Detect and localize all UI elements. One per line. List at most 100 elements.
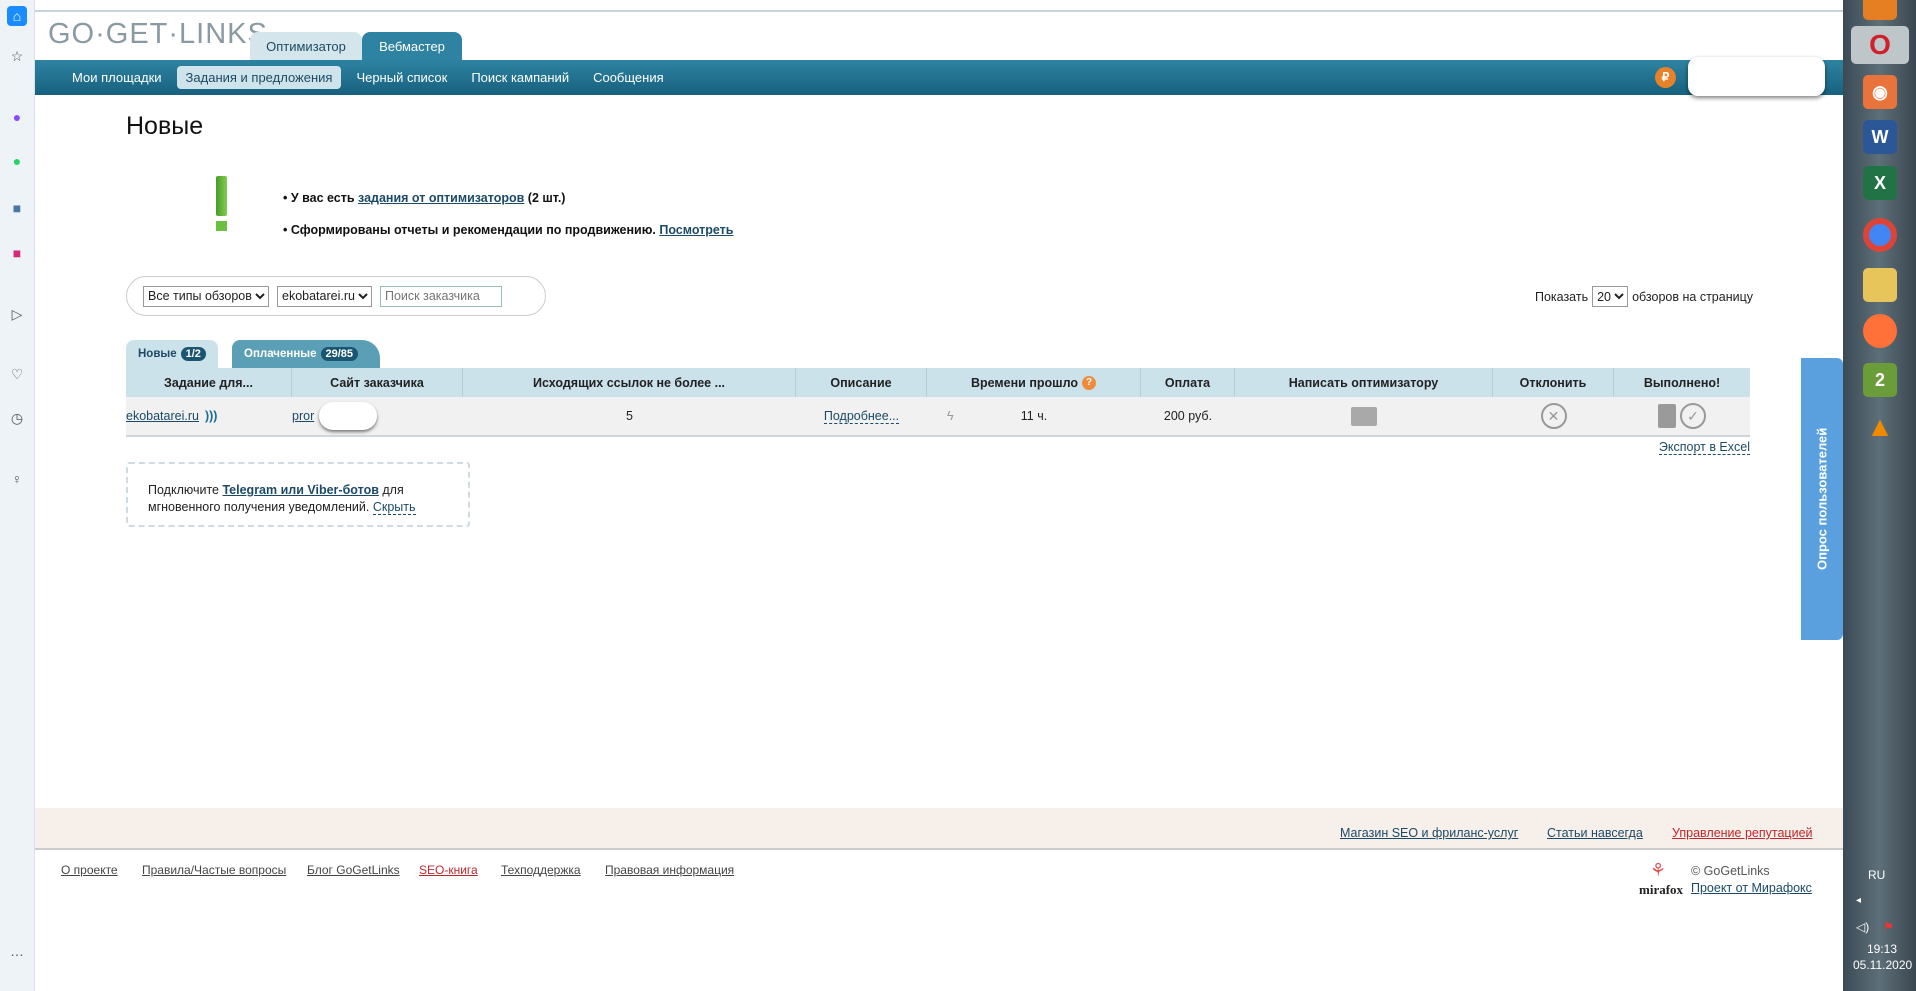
instagram-icon[interactable]: ■ bbox=[7, 243, 27, 263]
tasks-link[interactable]: задания от оптимизаторов bbox=[358, 191, 524, 205]
footer-articles[interactable]: Статьи навсегда bbox=[1547, 826, 1643, 840]
help-icon[interactable]: ? bbox=[1082, 375, 1096, 390]
footer-seo-book[interactable]: SEO-книга bbox=[419, 863, 478, 877]
hide-link[interactable]: Скрыть bbox=[372, 500, 416, 515]
done-check-icon[interactable]: ✓ bbox=[1680, 403, 1706, 429]
opera-icon[interactable]: O bbox=[1851, 26, 1909, 64]
col-decline: Отклонить bbox=[1493, 368, 1614, 397]
customer-link[interactable]: pror bbox=[292, 409, 314, 423]
vk-icon[interactable]: ■ bbox=[7, 198, 27, 218]
volume-icon[interactable]: ◁) bbox=[1856, 920, 1869, 934]
footer-rules[interactable]: Правила/Частые вопросы bbox=[142, 863, 286, 877]
chrome-icon[interactable] bbox=[1863, 218, 1897, 252]
taskbar-app-icon[interactable] bbox=[1863, 0, 1897, 20]
lightning-icon: ϟ bbox=[947, 409, 954, 423]
payment: 200 руб. bbox=[1141, 397, 1235, 437]
details-link[interactable]: Подробнее... bbox=[823, 409, 900, 424]
mirafox-logo: mirafox bbox=[1639, 882, 1684, 897]
col-done: Выполнено! bbox=[1614, 368, 1750, 397]
envelope-icon[interactable] bbox=[1351, 406, 1377, 426]
tab-optimizer[interactable]: Оптимизатор bbox=[250, 32, 362, 60]
action-center-flag-icon[interactable]: ⚑ bbox=[1883, 920, 1894, 934]
tab-paid[interactable]: Оплаченные 29/85 bbox=[232, 340, 381, 368]
faststone-icon[interactable]: ◉ bbox=[1863, 75, 1897, 109]
col-time-passed[interactable]: Времени прошло? bbox=[927, 368, 1141, 397]
site-select[interactable]: ekobatarei.ru bbox=[277, 285, 372, 307]
clock-date[interactable]: 05.11.2020 bbox=[1853, 958, 1912, 972]
survey-tab[interactable]: Опрос пользователей bbox=[1801, 358, 1843, 640]
nav-messages[interactable]: Сообщения bbox=[584, 66, 673, 89]
col-customer-site[interactable]: Сайт заказчика bbox=[292, 368, 463, 397]
firefox-icon[interactable] bbox=[1863, 314, 1897, 348]
review-type-select[interactable]: Все типы обзоров bbox=[143, 285, 269, 307]
tab-webmaster[interactable]: Вебмастер bbox=[362, 32, 462, 60]
filter-bar: Все типы обзоров ekobatarei.ru bbox=[126, 276, 546, 316]
vlc-icon[interactable]: ▲ bbox=[1863, 410, 1897, 444]
report-icon[interactable] bbox=[1658, 404, 1676, 428]
footer-support[interactable]: Техподдержка bbox=[501, 863, 581, 877]
footer-legal[interactable]: Правовая информация bbox=[605, 863, 734, 877]
send-icon[interactable]: ▷ bbox=[7, 304, 27, 324]
nav-blacklist[interactable]: Черный список bbox=[347, 66, 456, 89]
heart-icon[interactable]: ♡ bbox=[7, 364, 27, 384]
star-icon[interactable]: ☆ bbox=[7, 46, 27, 66]
nav-tasks[interactable]: Задания и предложения bbox=[176, 66, 342, 89]
time-passed: 11 ч. bbox=[1020, 409, 1048, 423]
word-icon[interactable]: W bbox=[1863, 120, 1897, 154]
messenger-icon[interactable]: ● bbox=[7, 107, 27, 127]
nav-search-campaigns[interactable]: Поиск кампаний bbox=[462, 66, 578, 89]
browser-sidebar: ⌂ ☆ ● ● ■ ■ ▷ ♡ ◷ ♀ … bbox=[0, 0, 35, 991]
mirafox-fox-icon: ⚘ bbox=[1650, 860, 1667, 880]
ruble-icon: ₽ bbox=[1655, 67, 1676, 88]
export-excel-link[interactable]: Экспорт в Excel bbox=[1658, 440, 1750, 455]
per-page-label: Показать bbox=[1534, 289, 1589, 304]
footer-reputation[interactable]: Управление репутацией bbox=[1672, 826, 1813, 840]
browser-toolbar-edge bbox=[35, 0, 1843, 12]
page-title: Новые bbox=[126, 112, 204, 140]
history-icon[interactable]: ◷ bbox=[7, 408, 27, 428]
notice-tasks: • У вас есть задания от оптимизаторов (2… bbox=[283, 191, 566, 205]
tab-new[interactable]: Новые 1/2 bbox=[126, 340, 218, 368]
customer-search-input[interactable] bbox=[380, 285, 502, 307]
col-payment[interactable]: Оплата bbox=[1141, 368, 1235, 397]
main-nav: Мои площадки Задания и предложения Черны… bbox=[35, 60, 1843, 95]
links-count: 5 bbox=[463, 397, 796, 437]
table-header: Задание для... Сайт заказчика Исходящих … bbox=[126, 368, 1750, 397]
footer-seo-shop[interactable]: Магазин SEO и фриланс-услуг bbox=[1340, 826, 1518, 840]
mirafox-project-link[interactable]: Проект от Мирафокс bbox=[1691, 881, 1812, 895]
app-2-icon[interactable]: 2 bbox=[1863, 363, 1897, 397]
customer-redacted bbox=[319, 402, 377, 430]
excel-icon[interactable]: X bbox=[1863, 166, 1897, 200]
decline-icon[interactable]: ✕ bbox=[1540, 403, 1567, 429]
telegram-notice: Подключите Telegram или Viber-ботов для … bbox=[126, 462, 470, 527]
logo-text: GO·GET·LINKS bbox=[48, 18, 268, 50]
tasks-table: Задание для... Сайт заказчика Исходящих … bbox=[126, 368, 1750, 437]
footer-about[interactable]: О проекте bbox=[61, 863, 118, 877]
explorer-icon[interactable] bbox=[1863, 268, 1897, 302]
nav-my-sites[interactable]: Мои площадки bbox=[63, 66, 171, 89]
exclamation-icon bbox=[216, 176, 227, 216]
bulb-icon[interactable]: ♀ bbox=[7, 469, 27, 489]
col-task-for[interactable]: Задание для... bbox=[126, 368, 292, 397]
whatsapp-icon[interactable]: ● bbox=[7, 151, 27, 171]
exclamation-dot-icon bbox=[216, 221, 227, 231]
table-row: ekobatarei.ru))) pror 5 Подробнее... ϟ 11… bbox=[126, 397, 1750, 437]
view-reports-link[interactable]: Посмотреть bbox=[659, 223, 733, 237]
clock-time[interactable]: 19:13 bbox=[1867, 942, 1897, 956]
tray-expand-icon[interactable]: ◂ bbox=[1856, 895, 1861, 906]
col-write-optimizer: Написать оптимизатору bbox=[1235, 368, 1493, 397]
per-page-suffix: обзоров на страницу bbox=[1632, 289, 1753, 304]
telegram-link[interactable]: Telegram или Viber-ботов bbox=[222, 483, 378, 497]
col-outgoing-links[interactable]: Исходящих ссылок не более ... bbox=[463, 368, 796, 397]
footer-blog[interactable]: Блог GoGetLinks bbox=[307, 863, 400, 877]
per-page-select[interactable]: 20 bbox=[1592, 286, 1629, 307]
per-page: Показать 20 обзоров на страницу bbox=[1535, 286, 1753, 307]
rss-icon[interactable]: ))) bbox=[205, 409, 218, 423]
balance-redacted bbox=[1688, 57, 1825, 96]
language-indicator[interactable]: RU bbox=[1868, 868, 1885, 882]
logo[interactable]: GO·GET·LINKS bbox=[48, 18, 268, 51]
home-icon[interactable]: ⌂ bbox=[7, 6, 27, 26]
site-link[interactable]: ekobatarei.ru bbox=[126, 409, 199, 423]
more-icon[interactable]: … bbox=[7, 941, 27, 961]
taskbar: O ◉ W X 2 ▲ RU ◂ ◁) ⚑ 19:13 05.11.2020 bbox=[1843, 0, 1916, 991]
